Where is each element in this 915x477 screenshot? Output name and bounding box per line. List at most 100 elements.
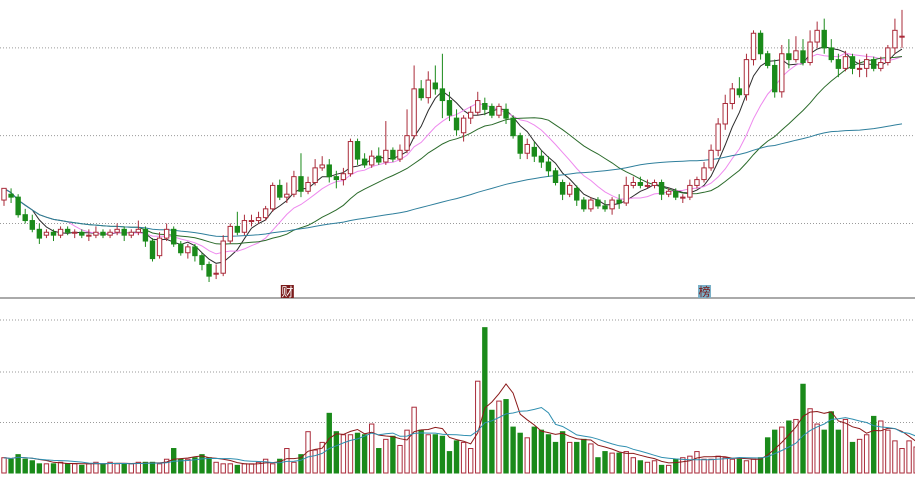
volume-bar[interactable] [503, 399, 509, 474]
volume-bar[interactable] [241, 463, 248, 474]
volume-bar[interactable] [510, 426, 516, 474]
volume-bar[interactable] [878, 420, 884, 474]
candle[interactable] [418, 80, 424, 101]
candle[interactable] [227, 223, 233, 244]
candle[interactable] [715, 118, 721, 157]
volume-bar[interactable] [361, 434, 368, 474]
candle[interactable] [616, 194, 622, 209]
volume-bar[interactable] [79, 464, 85, 474]
candle[interactable] [623, 176, 629, 206]
volume-bar[interactable] [29, 460, 35, 474]
volume-bar[interactable] [114, 463, 120, 474]
candle[interactable] [460, 115, 467, 142]
volume-bar[interactable] [807, 408, 813, 474]
candle[interactable] [142, 226, 149, 247]
volume-bar[interactable] [708, 458, 714, 474]
candle[interactable] [574, 185, 580, 206]
candle[interactable] [93, 226, 99, 239]
candle[interactable] [298, 153, 304, 198]
volume-bar[interactable] [899, 448, 905, 474]
candle[interactable] [36, 223, 43, 244]
volume-bar[interactable] [687, 455, 693, 474]
volume-bar[interactable] [538, 429, 545, 474]
volume-bar[interactable] [651, 460, 658, 474]
volume-bar[interactable] [680, 457, 686, 474]
candle[interactable] [559, 179, 566, 201]
volume-bar[interactable] [439, 435, 446, 474]
candle[interactable] [241, 214, 248, 236]
volume-bar[interactable] [411, 406, 417, 474]
candle[interactable] [849, 53, 856, 75]
volume-bar[interactable] [291, 461, 297, 474]
candle[interactable] [743, 53, 750, 101]
candle[interactable] [658, 179, 665, 201]
candle[interactable] [312, 159, 318, 186]
candle[interactable] [192, 243, 198, 262]
volume-bar[interactable] [383, 438, 389, 474]
candle[interactable] [390, 147, 396, 163]
volume-bar[interactable] [772, 429, 778, 474]
candle[interactable] [100, 229, 106, 239]
candle[interactable] [510, 115, 516, 139]
candle[interactable] [467, 106, 474, 124]
volume-bar[interactable] [1, 457, 7, 474]
volume-bar[interactable] [559, 431, 566, 474]
volume-bar[interactable] [665, 464, 672, 474]
volume-bar[interactable] [206, 457, 212, 474]
candle[interactable] [595, 197, 601, 209]
candle[interactable] [185, 243, 191, 259]
candle[interactable] [863, 53, 870, 78]
candle[interactable] [545, 156, 552, 177]
volume-bar[interactable] [729, 458, 735, 474]
volume-bar[interactable] [849, 441, 856, 474]
candle[interactable] [651, 179, 658, 189]
volume-bar[interactable] [22, 458, 28, 474]
candle[interactable] [779, 44, 785, 98]
volume-bar[interactable] [892, 440, 898, 474]
candle[interactable] [425, 71, 431, 104]
volume-bar[interactable] [623, 451, 629, 474]
candle[interactable] [814, 21, 820, 48]
candle[interactable] [800, 39, 806, 66]
volume-bar[interactable] [100, 463, 106, 474]
candle[interactable] [149, 238, 156, 262]
candle[interactable] [319, 156, 325, 171]
volume-bar[interactable] [270, 463, 276, 474]
candle[interactable] [107, 229, 113, 239]
candle[interactable] [404, 109, 410, 154]
volume-bar[interactable] [376, 448, 382, 474]
candle[interactable] [43, 229, 50, 239]
candle[interactable] [828, 39, 834, 63]
candle[interactable] [489, 103, 495, 119]
volume-bar[interactable] [821, 429, 827, 474]
candle[interactable] [566, 182, 573, 198]
candle[interactable] [524, 138, 530, 160]
candle[interactable] [807, 30, 813, 66]
volume-bar[interactable] [496, 400, 502, 474]
volume-bar[interactable] [453, 440, 460, 474]
volume-bar[interactable] [906, 440, 912, 474]
candle[interactable] [248, 214, 255, 227]
volume-bar[interactable] [673, 458, 679, 474]
volume-bar[interactable] [467, 448, 474, 474]
volume-bar[interactable] [701, 458, 707, 474]
candle[interactable] [178, 241, 184, 256]
candle[interactable] [552, 167, 559, 186]
volume-bar[interactable] [757, 457, 764, 474]
candle[interactable] [687, 179, 693, 201]
volume-bar[interactable] [121, 463, 127, 474]
candle[interactable] [821, 18, 827, 54]
candle[interactable] [750, 30, 757, 66]
volume-bar[interactable] [595, 457, 601, 474]
volume-bar[interactable] [340, 434, 347, 474]
candle[interactable] [397, 144, 403, 163]
volume-bar[interactable] [842, 418, 849, 474]
volume-bar[interactable] [284, 448, 290, 474]
volume-bar[interactable] [482, 327, 488, 474]
candle[interactable] [29, 214, 35, 233]
candle[interactable] [503, 103, 509, 124]
candle[interactable] [361, 153, 368, 168]
candle[interactable] [496, 103, 502, 119]
candle[interactable] [885, 44, 891, 66]
candle[interactable] [284, 182, 290, 203]
